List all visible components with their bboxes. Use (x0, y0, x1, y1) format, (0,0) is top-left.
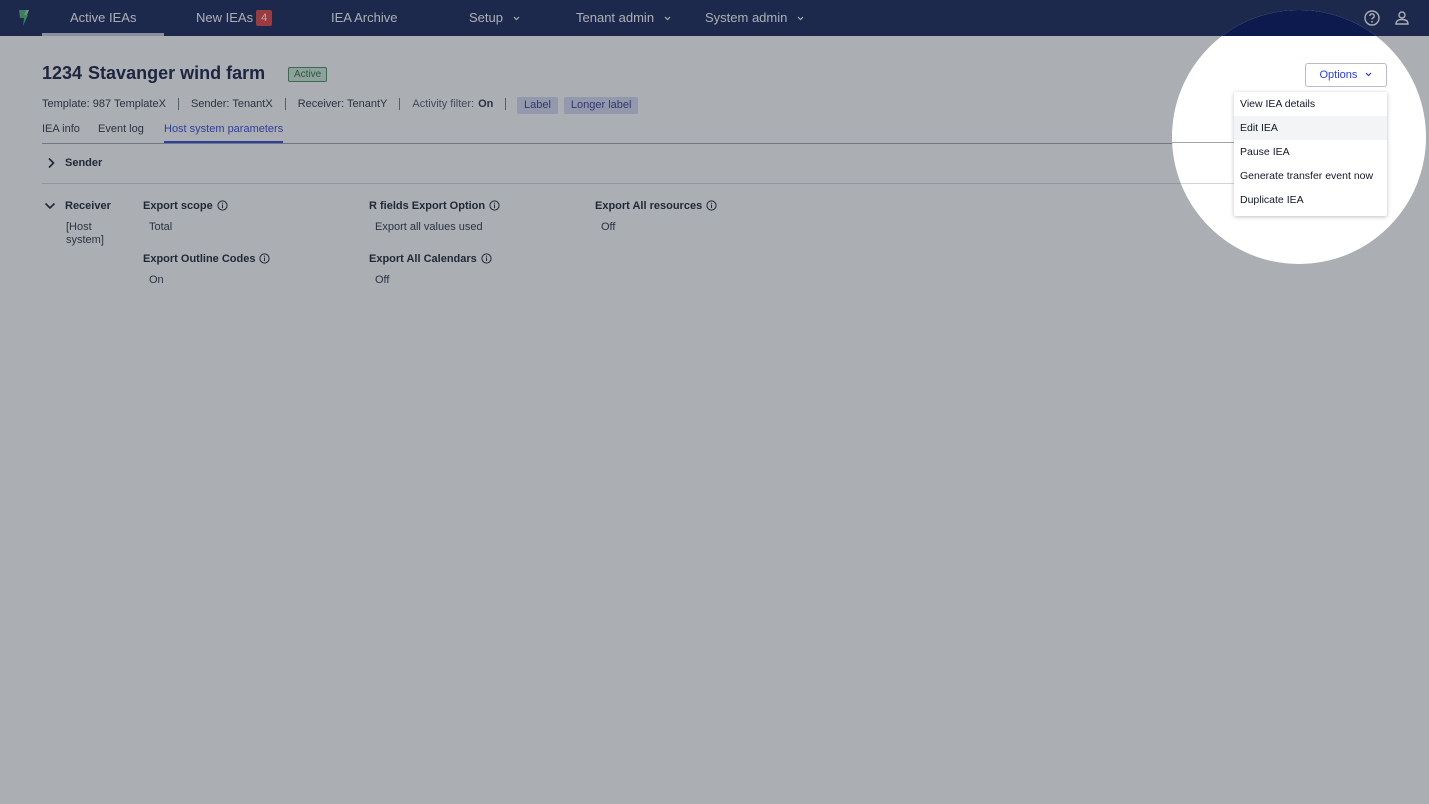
chevron-down-icon (1366, 72, 1372, 77)
options-dropdown-menu: View IEA details Edit IEA Pause IEA Gene… (1234, 92, 1387, 216)
options-button-label: Options (1319, 69, 1358, 81)
menu-item-view-iea-details[interactable]: View IEA details (1234, 92, 1387, 116)
menu-item-pause-iea[interactable]: Pause IEA (1234, 140, 1387, 164)
spotlight-nav-strip (1172, 10, 1426, 36)
menu-item-duplicate-iea[interactable]: Duplicate IEA (1234, 188, 1387, 212)
menu-item-edit-iea[interactable]: Edit IEA (1234, 116, 1387, 140)
menu-item-generate-transfer-event[interactable]: Generate transfer event now (1234, 164, 1387, 188)
spotlight-content: Options View IEA details Edit IEA Pause … (1172, 10, 1426, 264)
options-button[interactable]: Options (1305, 63, 1387, 87)
spotlight-highlight: Options View IEA details Edit IEA Pause … (1172, 10, 1426, 264)
